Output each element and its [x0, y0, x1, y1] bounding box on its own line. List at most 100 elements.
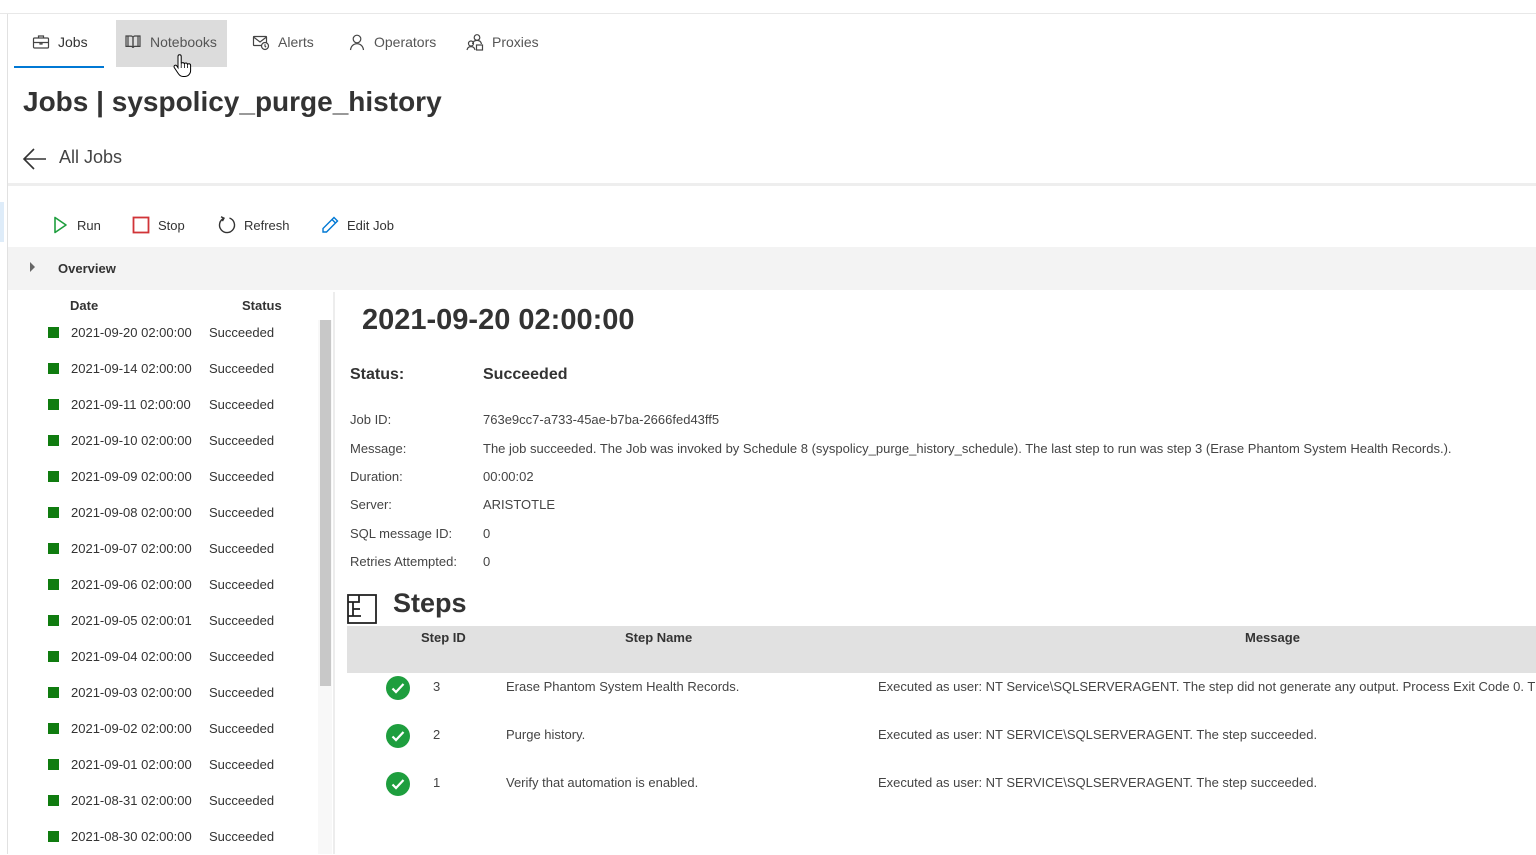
status-column-header[interactable]: Status	[242, 298, 282, 313]
overview-label: Overview	[58, 261, 116, 276]
tab-proxies[interactable]: Proxies	[458, 20, 554, 67]
step-name-column-header[interactable]: Step Name	[625, 630, 692, 645]
retries-attempted-label: Retries Attempted:	[350, 554, 457, 569]
run-status: Succeeded	[209, 613, 275, 628]
run-date: 2021-09-11 02:00:00	[71, 397, 191, 412]
status-label: Status:	[350, 366, 405, 383]
run-status: Succeeded	[209, 577, 275, 592]
history-scrollbar-thumb[interactable]	[320, 320, 331, 686]
step-message: Executed as user: NT SERVICE\SQLSERVERAG…	[878, 775, 1318, 790]
run-status: Succeeded	[209, 829, 275, 844]
list-item[interactable]: 2021-08-30 02:00:00 Succeeded	[8, 819, 318, 855]
refresh-button[interactable]: Refresh	[217, 213, 290, 237]
job-id-label: Job ID:	[350, 412, 392, 427]
status-indicator	[48, 687, 59, 698]
run-date: 2021-09-14 02:00:00	[71, 361, 192, 376]
status-indicator	[48, 723, 59, 734]
tab-alerts[interactable]: Alerts	[244, 20, 332, 67]
step-name: Erase Phantom System Health Records.	[506, 679, 740, 694]
message-value: The job succeeded. The Job was invoked b…	[483, 441, 1452, 456]
run-status: Succeeded	[209, 361, 275, 376]
step-name: Verify that automation is enabled.	[506, 775, 699, 790]
run-date: 2021-09-10 02:00:00	[71, 433, 192, 448]
run-status: Succeeded	[209, 757, 275, 772]
job-history-list: 2021-09-20 02:00:00 Succeeded 2021-09-14 0…	[8, 315, 318, 854]
server-label: Server:	[350, 497, 392, 512]
list-item[interactable]: 2021-09-06 02:00:00 Succeeded	[8, 567, 318, 603]
date-column-header[interactable]: Date	[70, 298, 98, 313]
section-divider	[8, 183, 1536, 186]
edit-job-button[interactable]: Edit Job	[320, 213, 394, 237]
run-status: Succeeded	[209, 397, 275, 412]
message-column-header[interactable]: Message	[1245, 630, 1300, 645]
list-item[interactable]: 2021-09-11 02:00:00 Succeeded	[8, 387, 318, 423]
run-status: Succeeded	[209, 505, 275, 520]
message-label: Message:	[350, 441, 407, 456]
sql-message-id-value: 0	[483, 526, 491, 541]
status-indicator	[48, 507, 59, 518]
tab-jobs[interactable]: Jobs	[24, 20, 104, 67]
back-arrow-icon[interactable]	[22, 146, 48, 172]
step-id: 2	[433, 727, 441, 742]
tab-proxies-label: Proxies	[492, 33, 539, 50]
list-item[interactable]: 2021-09-03 02:00:00 Succeeded	[8, 675, 318, 711]
overview-section[interactable]	[8, 247, 1536, 290]
list-item[interactable]: 2021-09-07 02:00:00 Succeeded	[8, 531, 318, 567]
status-indicator	[48, 543, 59, 554]
page-title: Jobs | syspolicy_purge_history	[23, 86, 442, 117]
steps-table-header	[347, 626, 1536, 673]
stop-icon	[132, 216, 150, 234]
run-status: Succeeded	[209, 469, 275, 484]
status-indicator	[48, 615, 59, 626]
list-item[interactable]: 2021-09-04 02:00:00 Succeeded	[8, 639, 318, 675]
expand-caret-icon[interactable]	[30, 262, 35, 272]
status-indicator	[48, 795, 59, 806]
run-date: 2021-09-03 02:00:00	[71, 685, 192, 700]
duration-value: 00:00:02	[483, 469, 534, 484]
tab-notebooks-label: Notebooks	[150, 33, 217, 50]
stop-button[interactable]: Stop	[131, 213, 185, 237]
list-item[interactable]: 2021-09-02 02:00:00 Succeeded	[8, 711, 318, 747]
step-id: 1	[433, 775, 441, 790]
run-date: 2021-09-05 02:00:01	[71, 613, 192, 628]
tab-operators[interactable]: Operators	[340, 20, 450, 67]
retries-attempted-value: 0	[483, 554, 491, 569]
list-item[interactable]: 2021-09-05 02:00:01 Succeeded	[8, 603, 318, 639]
book-icon	[125, 34, 141, 48]
status-indicator	[48, 471, 59, 482]
list-item[interactable]: 2021-09-20 02:00:00 Succeeded	[8, 315, 318, 351]
success-check-icon	[386, 724, 410, 748]
list-item[interactable]: 2021-09-01 02:00:00 Succeeded	[8, 747, 318, 783]
table-row[interactable]: 2 Purge history. Executed as user: NT SE…	[347, 721, 1536, 769]
run-date: 2021-08-30 02:00:00	[71, 829, 192, 844]
top-border	[0, 13, 1536, 14]
refresh-icon	[218, 216, 236, 234]
table-row[interactable]: 1 Verify that automation is enabled. Exe…	[347, 769, 1536, 817]
people-icon	[466, 33, 484, 51]
active-tab-indicator	[14, 66, 104, 68]
run-button[interactable]: Run	[50, 213, 101, 237]
steps-icon	[347, 594, 377, 624]
list-item[interactable]: 2021-08-31 02:00:00 Succeeded	[8, 783, 318, 819]
server-value: ARISTOTLE	[483, 497, 556, 512]
status-indicator	[48, 759, 59, 770]
table-row[interactable]: 3 Erase Phantom System Health Records. E…	[347, 673, 1536, 721]
duration-label: Duration:	[350, 469, 403, 484]
step-id-column-header[interactable]: Step ID	[421, 630, 466, 645]
play-icon	[54, 216, 67, 234]
sql-message-id-label: SQL message ID:	[350, 526, 453, 541]
list-item[interactable]: 2021-09-14 02:00:00 Succeeded	[8, 351, 318, 387]
status-indicator	[48, 831, 59, 842]
list-item[interactable]: 2021-09-10 02:00:00 Succeeded	[8, 423, 318, 459]
stop-label: Stop	[158, 217, 185, 233]
job-id-value: 763e9cc7-a733-45ae-b7ba-2666fed43ff5	[483, 412, 720, 427]
list-item[interactable]: 2021-09-09 02:00:00 Succeeded	[8, 459, 318, 495]
status-indicator	[48, 327, 59, 338]
edit-job-label: Edit Job	[347, 217, 394, 233]
run-date: 2021-09-04 02:00:00	[71, 649, 192, 664]
pane-splitter[interactable]	[333, 292, 335, 854]
list-item[interactable]: 2021-09-08 02:00:00 Succeeded	[8, 495, 318, 531]
all-jobs-link[interactable]: All Jobs	[59, 147, 122, 168]
left-accent	[0, 202, 4, 242]
status-indicator	[48, 651, 59, 662]
